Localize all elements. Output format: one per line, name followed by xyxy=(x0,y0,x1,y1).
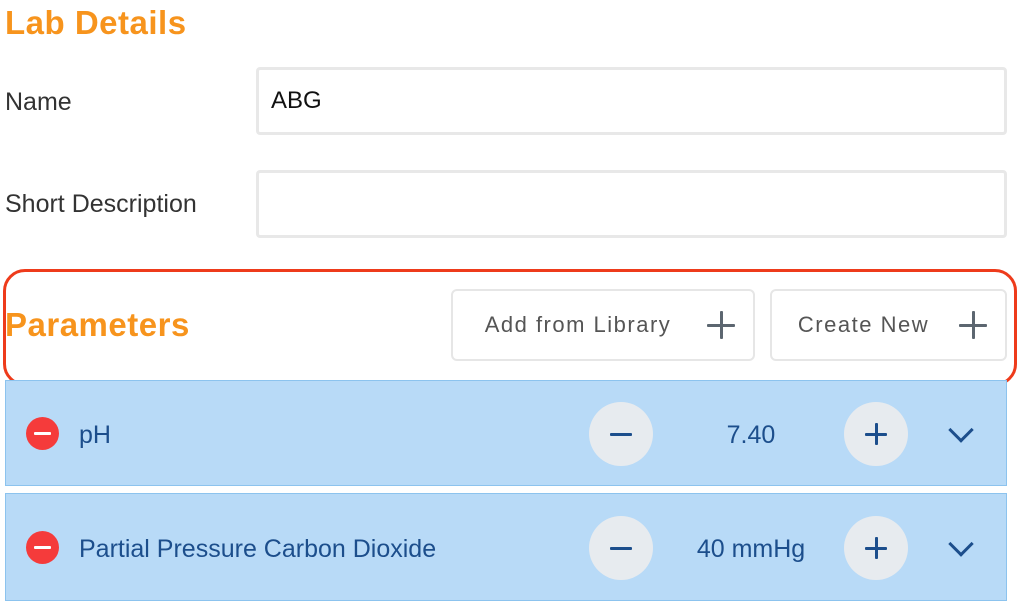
parameter-value: 7.40 xyxy=(726,421,776,449)
decrement-button[interactable] xyxy=(589,516,653,580)
decrement-button[interactable] xyxy=(589,402,653,466)
plus-icon xyxy=(707,311,735,339)
remove-parameter-icon[interactable] xyxy=(26,531,59,564)
name-input[interactable] xyxy=(256,67,1007,135)
name-label: Name xyxy=(5,88,72,116)
minus-icon xyxy=(610,546,632,550)
parameter-row: pH 7.40 xyxy=(5,380,1007,486)
chevron-down-icon[interactable] xyxy=(948,417,974,443)
plus-icon xyxy=(959,311,987,339)
parameters-title: Parameters xyxy=(5,306,190,343)
parameter-row: Partial Pressure Carbon Dioxide 40 mmHg xyxy=(5,493,1007,601)
add-from-library-label: Add from Library xyxy=(484,312,672,337)
lab-details-page: Lab Details Name Short Description Param… xyxy=(0,0,1020,605)
short-description-label: Short Description xyxy=(5,190,197,218)
increment-button[interactable] xyxy=(844,516,908,580)
plus-icon xyxy=(874,537,878,559)
create-new-label: Create New xyxy=(797,312,930,337)
add-from-library-button[interactable]: Add from Library xyxy=(451,289,755,361)
parameter-value: 40 mmHg xyxy=(696,535,806,563)
create-new-button[interactable]: Create New xyxy=(770,289,1007,361)
parameter-name: pH xyxy=(79,421,111,449)
increment-button[interactable] xyxy=(844,402,908,466)
plus-icon xyxy=(874,423,878,445)
minus-icon xyxy=(610,432,632,436)
short-description-input[interactable] xyxy=(256,170,1007,238)
chevron-down-icon[interactable] xyxy=(948,531,974,557)
remove-parameter-icon[interactable] xyxy=(26,417,59,450)
lab-details-title: Lab Details xyxy=(5,4,187,41)
parameter-name: Partial Pressure Carbon Dioxide xyxy=(79,535,437,563)
